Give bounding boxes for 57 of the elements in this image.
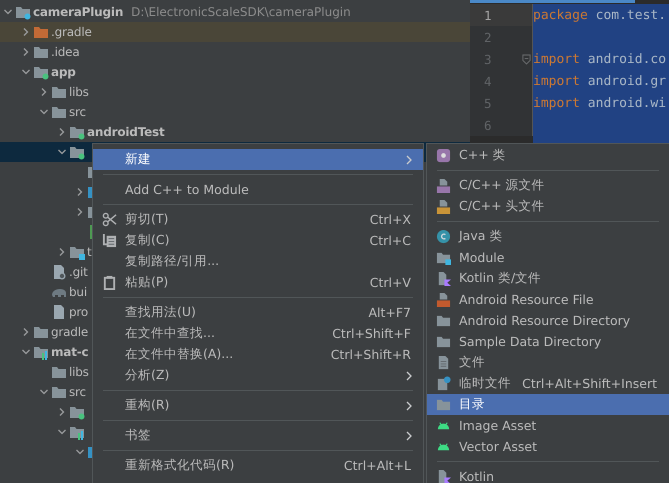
menu-item-label: Kotlin: [459, 469, 495, 483]
tree-item-label: libs: [69, 85, 89, 99]
menu-item-label: 临时文件: [459, 375, 512, 392]
shortcut-label: Alt+F7: [368, 305, 411, 320]
menu-item-label: Kotlin 类/文件: [459, 270, 542, 287]
code-line: import android.wi: [533, 96, 666, 110]
code-line: import android.co: [533, 52, 666, 66]
menu-item-label: C/C++ 源文件: [459, 177, 546, 194]
tree-item-label: libs: [69, 365, 89, 379]
menu-item-label: Sample Data Directory: [459, 334, 602, 349]
menu-item-label: Vector Asset: [459, 439, 538, 454]
tree-item-label: androidTest: [87, 125, 165, 139]
menu-item-label: Image Asset: [459, 418, 538, 433]
menu-item-label: Android Resource File: [459, 292, 595, 307]
shortcut-label: Ctrl+Shift+F: [332, 326, 411, 341]
menu-item-label: Module: [459, 250, 506, 265]
tree-item-label: pro: [69, 305, 88, 319]
menu-item-label: C++ 类: [459, 147, 507, 164]
menu-item-label: 目录: [459, 396, 486, 413]
menu-item-label: 重构(R): [125, 397, 170, 414]
shortcut-label: Ctrl+Shift+R: [330, 347, 411, 362]
menu-item-label: 重新格式化代码(R): [125, 457, 236, 474]
menu-item-label: 粘贴(P): [125, 274, 170, 291]
menu-item-label: 查找用法(U): [125, 304, 197, 321]
shortcut-label: Ctrl+Alt+Shift+Insert: [522, 376, 657, 391]
menu-item-label: 复制路径/引用...: [125, 253, 220, 270]
menu-item-label: 新建: [125, 151, 152, 168]
menu-item-label: 书签: [125, 427, 152, 444]
tree-item-label: .gradle: [51, 25, 92, 39]
menu-item-label: 剪切(T): [125, 211, 170, 228]
tree-item-label: mat-c: [51, 345, 88, 359]
menu-item-label: C/C++ 头文件: [459, 198, 546, 215]
code-line: package com.test.: [533, 8, 666, 22]
menu-item-label: 分析(Z): [125, 367, 170, 384]
line-number: 1: [484, 8, 492, 22]
menu-item-label: Add C++ to Module: [125, 182, 250, 197]
project-path: D:\ElectronicScaleSDK\cameraPlugin: [131, 5, 351, 19]
menu-item-label: Android Resource Directory: [459, 313, 632, 328]
shortcut-label: Ctrl+V: [370, 275, 411, 290]
tree-item-label: app: [51, 65, 76, 79]
code-line: import android.gr: [533, 74, 666, 88]
menu-item-label: Java 类: [459, 228, 504, 245]
shortcut-label: Ctrl+X: [370, 212, 411, 227]
tree-item-label: bui: [69, 285, 87, 299]
tree-item-label: cameraPlugin: [33, 5, 124, 19]
menu-item-label: 复制(C): [125, 232, 170, 249]
menu-item-label: 文件: [459, 354, 486, 371]
menu-item-label: 在文件中替换(A)...: [125, 346, 234, 363]
tree-item-label: src: [69, 105, 86, 119]
shortcut-label: Ctrl+C: [370, 233, 411, 248]
shortcut-label: Ctrl+Alt+L: [344, 458, 411, 473]
tree-item-label: .git: [69, 265, 88, 279]
tree-item-label: t: [87, 245, 92, 259]
tree-item-label: .idea: [51, 45, 80, 59]
tree-item-label: src: [69, 385, 86, 399]
tree-item-label: gradle: [51, 325, 88, 339]
menu-item-label: 在文件中查找...: [125, 325, 216, 342]
